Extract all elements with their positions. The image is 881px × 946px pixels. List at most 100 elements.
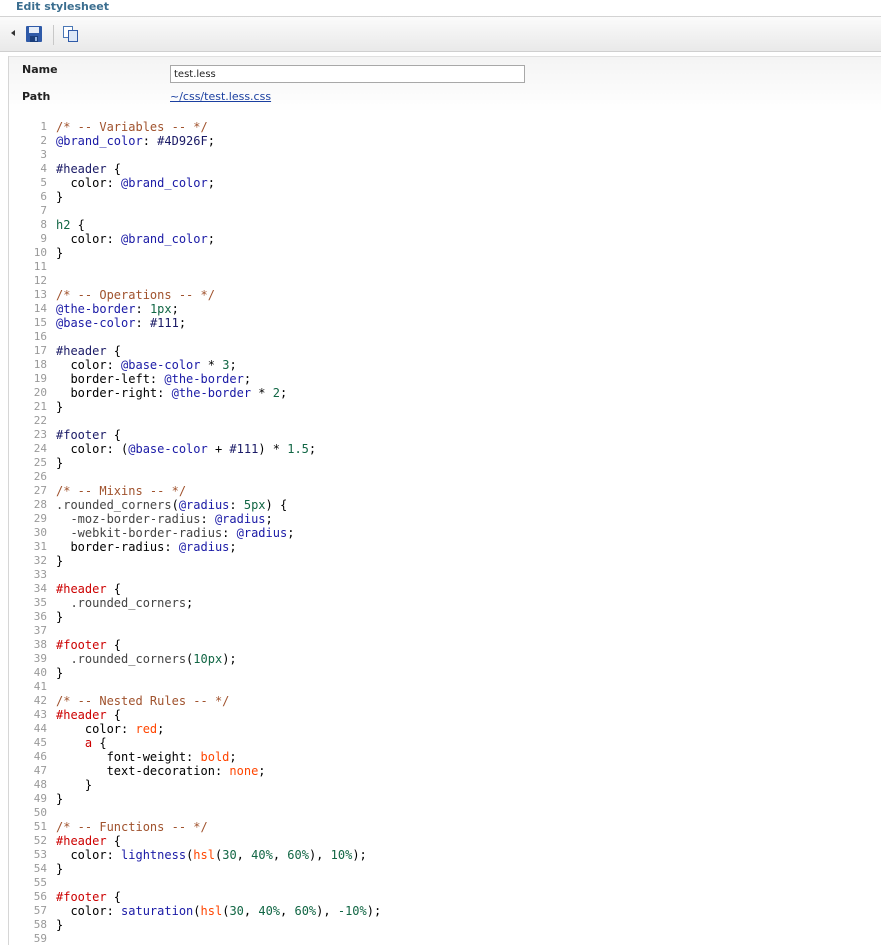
code-line[interactable]: 28 .rounded_corners(@radius: 5px) { bbox=[9, 498, 881, 512]
save-icon[interactable] bbox=[26, 26, 42, 42]
line-number: 52 bbox=[33, 834, 47, 847]
line-number: 1 bbox=[40, 120, 47, 133]
code-text: color: @brand_color; bbox=[56, 176, 215, 190]
line-number: 5 bbox=[40, 176, 47, 189]
code-line[interactable]: 20 border-right: @the-border * 2; bbox=[9, 386, 881, 400]
code-line[interactable]: 31 border-radius: @radius; bbox=[9, 540, 881, 554]
collapse-arrow-icon[interactable] bbox=[11, 30, 15, 36]
code-line[interactable]: 26 bbox=[9, 470, 881, 484]
code-editor[interactable]: 1 /* -- Variables -- */ 2 @brand_color: #4D… bbox=[9, 120, 881, 946]
code-line[interactable]: 21} bbox=[9, 400, 881, 414]
code-line[interactable]: 49} bbox=[9, 792, 881, 806]
code-token: #header bbox=[56, 162, 107, 176]
code-line[interactable]: 13 /* -- Operations -- */ bbox=[9, 288, 881, 302]
code-line[interactable]: 25} bbox=[9, 456, 881, 470]
code-token: : bbox=[142, 134, 158, 148]
code-line[interactable]: 2 @brand_color: #4D926F; bbox=[9, 134, 881, 148]
code-line[interactable]: 54} bbox=[9, 862, 881, 876]
code-line[interactable]: 37 bbox=[9, 624, 881, 638]
code-line[interactable]: 47 text-decoration: none; bbox=[9, 764, 881, 778]
code-line[interactable]: 5 color: @brand_color; bbox=[9, 176, 881, 190]
line-number: 23 bbox=[33, 428, 47, 441]
code-text: } bbox=[56, 190, 63, 204]
code-token: ); bbox=[366, 904, 382, 918]
code-line[interactable]: 4 #header { bbox=[9, 162, 881, 176]
code-token: /* -- Nested Rules -- */ bbox=[56, 694, 230, 708]
code-token: * bbox=[251, 386, 273, 400]
code-token: -moz-border-radius bbox=[56, 512, 201, 526]
code-line[interactable]: 33 bbox=[9, 568, 881, 582]
code-line[interactable]: 27 /* -- Mixins -- */ bbox=[9, 484, 881, 498]
code-line[interactable]: 8 h2 { bbox=[9, 218, 881, 232]
code-line[interactable]: 11 bbox=[9, 260, 881, 274]
code-line[interactable]: 59 bbox=[9, 932, 881, 946]
code-line[interactable]: 36} bbox=[9, 610, 881, 624]
code-token: @base-color bbox=[56, 316, 136, 330]
line-number: 2 bbox=[40, 134, 47, 147]
code-line[interactable]: 6} bbox=[9, 190, 881, 204]
line-number: 24 bbox=[33, 442, 47, 455]
code-line[interactable]: 39 .rounded_corners(10px); bbox=[9, 652, 881, 666]
code-line[interactable]: 30 -webkit-border-radius: @radius; bbox=[9, 526, 881, 540]
code-token: + bbox=[207, 442, 230, 456]
code-token: #4D926F bbox=[157, 134, 208, 148]
code-text: -webkit-border-radius: @radius; bbox=[56, 526, 294, 540]
code-line[interactable]: 58} bbox=[9, 918, 881, 932]
code-line[interactable]: 18 color: @base-color * 3; bbox=[9, 358, 881, 372]
code-line[interactable]: 43 #header { bbox=[9, 708, 881, 722]
code-line[interactable]: 10} bbox=[9, 246, 881, 260]
code-line[interactable]: 46 font-weight: bold; bbox=[9, 750, 881, 764]
code-line[interactable]: 19 border-left: @the-border; bbox=[9, 372, 881, 386]
code-token: : bbox=[135, 302, 150, 316]
code-line[interactable]: 15 @base-color: #111; bbox=[9, 316, 881, 330]
code-line[interactable]: 44 color: red; bbox=[9, 722, 881, 736]
path-link[interactable]: ~/css/test.less.css bbox=[170, 90, 271, 103]
name-input[interactable] bbox=[170, 65, 525, 83]
code-token: 40% bbox=[258, 904, 281, 918]
code-token: border-left: bbox=[56, 372, 165, 386]
code-token: color: bbox=[56, 848, 122, 862]
code-line[interactable]: 1 /* -- Variables -- */ bbox=[9, 120, 881, 134]
code-text: @brand_color: #4D926F; bbox=[56, 134, 215, 148]
code-line[interactable]: 23 #footer { bbox=[9, 428, 881, 442]
line-number: 10 bbox=[33, 246, 47, 259]
line-number: 19 bbox=[33, 372, 47, 385]
code-token: #header bbox=[56, 834, 107, 848]
code-text: } bbox=[56, 400, 63, 414]
code-line[interactable]: 34 #header { bbox=[9, 582, 881, 596]
code-text: #header { bbox=[56, 162, 121, 176]
code-line[interactable]: 38 #footer { bbox=[9, 638, 881, 652]
code-line[interactable]: 22 bbox=[9, 414, 881, 428]
line-number: 54 bbox=[33, 862, 47, 875]
code-line[interactable]: 12 bbox=[9, 274, 881, 288]
code-line[interactable]: 50 bbox=[9, 806, 881, 820]
code-token: ; bbox=[157, 722, 165, 736]
code-line[interactable]: 3 bbox=[9, 148, 881, 162]
code-line[interactable]: 57 color: saturation(hsl(30, 40%, 60%), … bbox=[9, 904, 881, 918]
code-line[interactable]: 56 #footer { bbox=[9, 890, 881, 904]
code-line[interactable]: 48 } bbox=[9, 778, 881, 792]
window-title: Edit stylesheet bbox=[16, 0, 110, 13]
code-line[interactable]: 29 -moz-border-radius: @radius; bbox=[9, 512, 881, 526]
code-line[interactable]: 16 bbox=[9, 330, 881, 344]
code-token: @brand_color bbox=[56, 134, 143, 148]
code-line[interactable]: 51 /* -- Functions -- */ bbox=[9, 820, 881, 834]
line-number: 6 bbox=[40, 190, 47, 203]
code-line[interactable]: 32} bbox=[9, 554, 881, 568]
code-line[interactable]: 55 bbox=[9, 876, 881, 890]
copy-icon[interactable] bbox=[63, 26, 79, 42]
code-line[interactable]: 17 #header { bbox=[9, 344, 881, 358]
code-line[interactable]: 42 /* -- Nested Rules -- */ bbox=[9, 694, 881, 708]
code-line[interactable]: 40} bbox=[9, 666, 881, 680]
code-text: text-decoration: none; bbox=[56, 764, 266, 778]
line-number: 20 bbox=[33, 386, 47, 399]
code-line[interactable]: 7 bbox=[9, 204, 881, 218]
code-line[interactable]: 9 color: @brand_color; bbox=[9, 232, 881, 246]
code-line[interactable]: 24 color: (@base-color + #111) * 1.5; bbox=[9, 442, 881, 456]
code-line[interactable]: 52 #header { bbox=[9, 834, 881, 848]
code-line[interactable]: 45 a { bbox=[9, 736, 881, 750]
code-line[interactable]: 53 color: lightness(hsl(30, 40%, 60%), 1… bbox=[9, 848, 881, 862]
code-line[interactable]: 35 .rounded_corners; bbox=[9, 596, 881, 610]
code-line[interactable]: 14 @the-border: 1px; bbox=[9, 302, 881, 316]
code-line[interactable]: 41 bbox=[9, 680, 881, 694]
